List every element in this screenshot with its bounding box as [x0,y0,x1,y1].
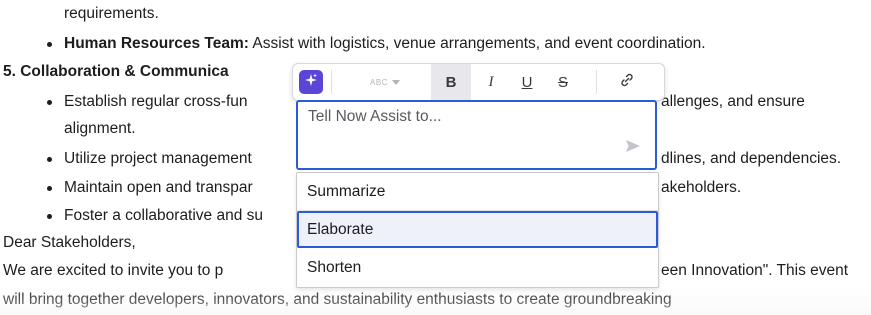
link-button[interactable] [607,64,647,100]
bullet-2-left: Utilize project management [47,150,252,167]
menu-item-summarize[interactable]: Summarize [297,173,658,211]
toolbar-divider [331,70,332,94]
hr-label: Human Resources Team: [64,35,249,52]
text-style-dropdown[interactable]: ABC [341,64,429,100]
italic-button[interactable]: I [475,64,507,100]
chevron-down-icon [391,79,400,85]
para-1-right: een Innovation". This event [661,262,849,279]
now-assist-button[interactable] [299,70,323,94]
underline-button[interactable]: U [511,64,543,100]
menu-item-elaborate[interactable]: Elaborate [297,211,658,248]
bullet-1-right: allenges, and ensure [661,93,805,110]
toolbar-divider [596,70,597,94]
hr-text: Assist with logistics, venue arrangement… [248,35,706,52]
assist-prompt-input[interactable]: Tell Now Assist to... [296,100,657,170]
formatting-toolbar: ABC B I U S [292,63,665,101]
text-style-label: ABC [370,77,388,87]
assist-suggestions-menu: Summarize Elaborate Shorten [296,172,659,288]
assist-placeholder: Tell Now Assist to... [308,108,442,125]
section-heading: 5. Collaboration & Communica [3,63,229,80]
bullet-3-left: Maintain open and transpar [47,179,253,196]
send-icon[interactable] [625,139,641,158]
bullet-1-left: Establish regular cross-fun [47,93,248,110]
sparkle-icon [304,73,318,92]
menu-item-shorten[interactable]: Shorten [297,249,658,286]
bullet-4-left: Foster a collaborative and su [46,207,264,224]
bullet-2-right: dlines, and dependencies. [661,150,842,167]
bullet-3-right: akeholders. [661,179,742,196]
strikethrough-button[interactable]: S [547,64,579,100]
bold-button[interactable]: B [431,64,471,100]
para-2: will bring together developers, innovato… [3,291,672,308]
doc-line: requirements. [64,5,159,22]
link-icon [619,72,635,93]
dear-line: Dear Stakeholders, [3,234,136,251]
bullet-hr: Human Resources Team: Assist with logist… [47,34,706,54]
bullet-1-cont: alignment. [64,120,136,137]
para-1-left: We are excited to invite you to p [3,262,224,279]
